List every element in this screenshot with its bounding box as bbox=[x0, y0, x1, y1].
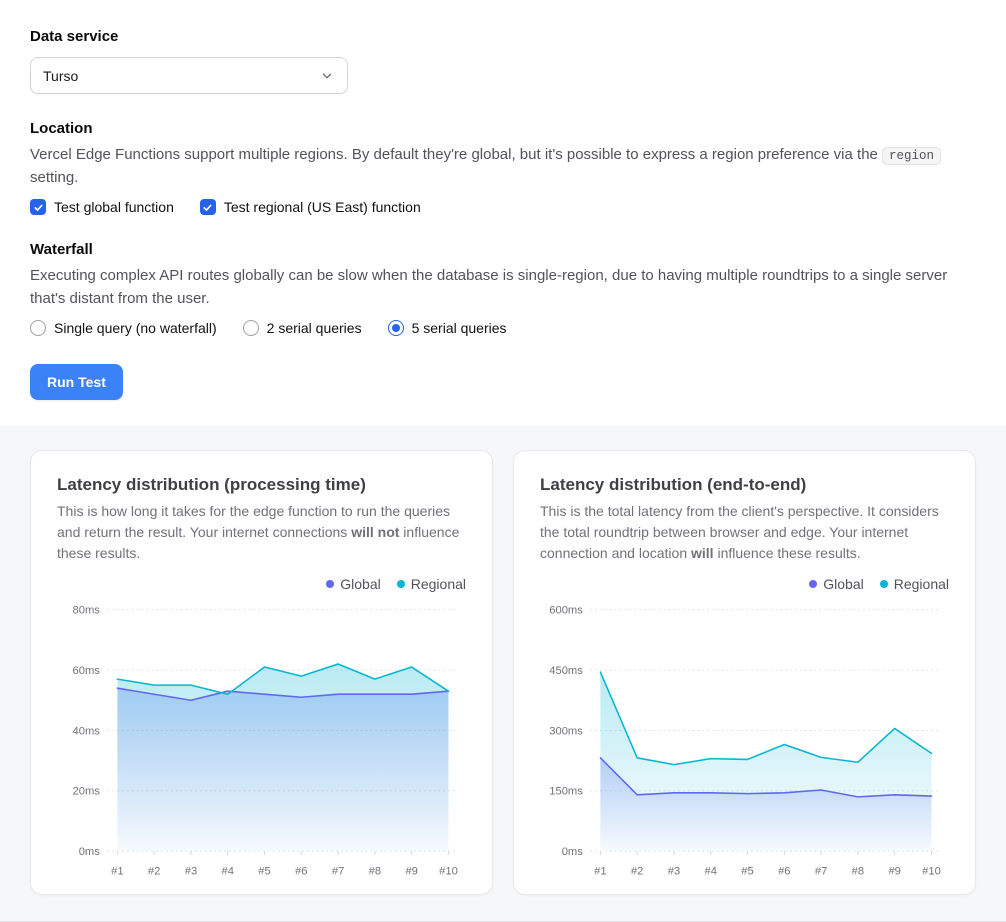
regional-series-dot bbox=[880, 580, 888, 588]
checkbox-checked-icon bbox=[200, 199, 216, 215]
svg-text:#2: #2 bbox=[148, 866, 160, 878]
legend-label: Global bbox=[340, 576, 380, 592]
legend-label: Global bbox=[823, 576, 863, 592]
waterfall-description: Executing complex API routes globally ca… bbox=[30, 265, 976, 310]
legend-item-global: Global bbox=[809, 576, 863, 592]
end-to-end-card: Latency distribution (end-to-end) This i… bbox=[513, 450, 976, 895]
checkbox-label: Test global function bbox=[54, 199, 174, 215]
latency-chart-end-to-end: 0ms 150ms 300ms 450ms 600ms #1 #2 #3 #4 #5 #6 #7 #8 #… bbox=[540, 598, 949, 880]
checkbox-test-global[interactable]: Test global function bbox=[30, 199, 174, 215]
svg-text:#8: #8 bbox=[369, 866, 381, 878]
svg-text:60ms: 60ms bbox=[72, 665, 100, 677]
svg-text:#3: #3 bbox=[185, 866, 197, 878]
radio-single-query[interactable]: Single query (no waterfall) bbox=[30, 320, 217, 336]
svg-text:#7: #7 bbox=[815, 866, 827, 878]
svg-text:#10: #10 bbox=[922, 866, 941, 878]
svg-text:#4: #4 bbox=[222, 866, 234, 878]
legend-item-regional: Regional bbox=[880, 576, 949, 592]
svg-text:#10: #10 bbox=[439, 866, 458, 878]
waterfall-section: Waterfall Executing complex API routes g… bbox=[30, 241, 976, 336]
checkbox-test-regional[interactable]: Test regional (US East) function bbox=[200, 199, 421, 215]
location-heading: Location bbox=[30, 120, 976, 137]
location-section: Location Vercel Edge Functions support m… bbox=[30, 120, 976, 215]
svg-text:300ms: 300ms bbox=[549, 725, 583, 737]
test-config-form: Data service Turso Location Vercel Edge … bbox=[0, 0, 1006, 400]
svg-text:#1: #1 bbox=[111, 866, 123, 878]
card-description: This is how long it takes for the edge f… bbox=[57, 501, 466, 564]
legend-label: Regional bbox=[411, 576, 466, 592]
radio-label: 2 serial queries bbox=[267, 320, 362, 336]
data-service-label: Data service bbox=[30, 28, 976, 45]
svg-text:600ms: 600ms bbox=[549, 605, 583, 617]
global-series-dot bbox=[326, 580, 334, 588]
checkbox-checked-icon bbox=[30, 199, 46, 215]
data-service-selected-value: Turso bbox=[43, 68, 78, 84]
svg-text:450ms: 450ms bbox=[549, 665, 583, 677]
waterfall-radio-group: Single query (no waterfall) 2 serial que… bbox=[30, 320, 976, 336]
data-service-select[interactable]: Turso bbox=[30, 57, 348, 94]
svg-text:0ms: 0ms bbox=[79, 846, 101, 858]
global-series-dot bbox=[809, 580, 817, 588]
svg-text:#1: #1 bbox=[594, 866, 606, 878]
legend-item-regional: Regional bbox=[397, 576, 466, 592]
svg-text:40ms: 40ms bbox=[72, 725, 100, 737]
legend-item-global: Global bbox=[326, 576, 380, 592]
chevron-down-icon bbox=[319, 68, 335, 84]
data-service-section: Data service Turso bbox=[30, 28, 976, 94]
svg-text:#6: #6 bbox=[778, 866, 790, 878]
svg-text:#5: #5 bbox=[741, 866, 753, 878]
radio-label: 5 serial queries bbox=[412, 320, 507, 336]
location-checkbox-group: Test global function Test regional (US E… bbox=[30, 199, 976, 215]
charts-section: Latency distribution (processing time) T… bbox=[0, 426, 1006, 922]
svg-text:#4: #4 bbox=[705, 866, 717, 878]
radio-5-serial-queries[interactable]: 5 serial queries bbox=[388, 320, 507, 336]
radio-2-serial-queries[interactable]: 2 serial queries bbox=[243, 320, 362, 336]
legend-label: Regional bbox=[894, 576, 949, 592]
page: Data service Turso Location Vercel Edge … bbox=[0, 0, 1006, 889]
svg-text:80ms: 80ms bbox=[72, 605, 100, 617]
run-test-button[interactable]: Run Test bbox=[30, 364, 123, 400]
svg-text:#9: #9 bbox=[405, 866, 417, 878]
svg-text:#2: #2 bbox=[631, 866, 643, 878]
radio-icon bbox=[30, 320, 46, 336]
processing-time-card: Latency distribution (processing time) T… bbox=[30, 450, 493, 895]
svg-text:#9: #9 bbox=[888, 866, 900, 878]
svg-text:150ms: 150ms bbox=[549, 786, 583, 798]
card-title: Latency distribution (end-to-end) bbox=[540, 475, 949, 495]
chart-legend: Global Regional bbox=[540, 576, 949, 592]
svg-text:#3: #3 bbox=[668, 866, 680, 878]
radio-icon bbox=[243, 320, 259, 336]
latency-chart-processing-time: 0ms 20ms 40ms 60ms 80ms #1 #2 #3 #4 #5 #6 #7 #8 #9 #10 bbox=[57, 598, 466, 880]
card-title: Latency distribution (processing time) bbox=[57, 475, 466, 495]
svg-text:#5: #5 bbox=[258, 866, 270, 878]
radio-label: Single query (no waterfall) bbox=[54, 320, 217, 336]
radio-selected-icon bbox=[388, 320, 404, 336]
waterfall-heading: Waterfall bbox=[30, 241, 976, 258]
checkbox-label: Test regional (US East) function bbox=[224, 199, 421, 215]
chart-legend: Global Regional bbox=[57, 576, 466, 592]
svg-text:#8: #8 bbox=[852, 866, 864, 878]
location-description: Vercel Edge Functions support multiple r… bbox=[30, 144, 976, 189]
svg-text:0ms: 0ms bbox=[562, 846, 584, 858]
svg-text:#7: #7 bbox=[332, 866, 344, 878]
card-description: This is the total latency from the clien… bbox=[540, 501, 949, 564]
regional-series-dot bbox=[397, 580, 405, 588]
svg-text:20ms: 20ms bbox=[72, 786, 100, 798]
svg-text:#6: #6 bbox=[295, 866, 307, 878]
